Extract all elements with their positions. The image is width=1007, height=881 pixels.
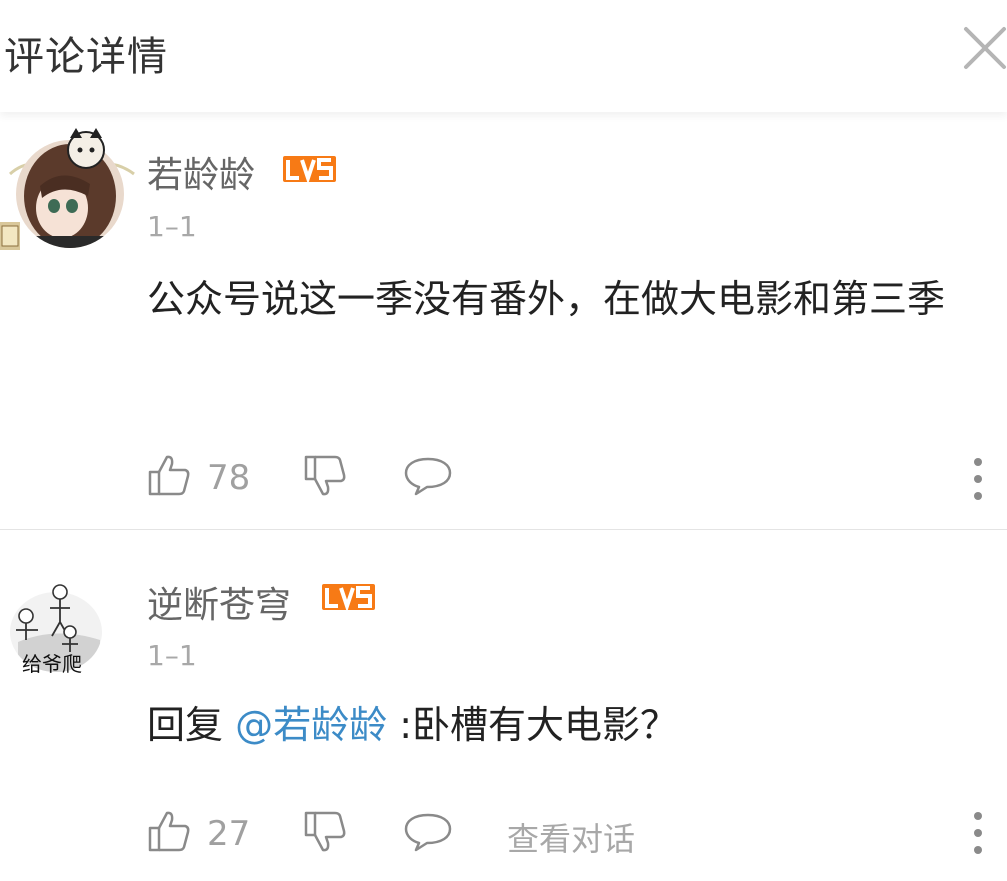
comment-actions: 27 查看对话	[0, 804, 1007, 864]
divider	[0, 529, 1007, 530]
comment-date: 1–1	[147, 210, 197, 243]
like-icon[interactable]	[147, 809, 191, 853]
comment-date: 1–1	[147, 639, 197, 672]
dislike-icon[interactable]	[303, 810, 347, 854]
header-bar: 评论详情	[0, 0, 1007, 112]
username[interactable]: 若龄龄	[147, 146, 255, 198]
like-count: 27	[207, 814, 251, 854]
close-icon[interactable]	[962, 25, 1007, 71]
more-options-icon[interactable]	[966, 456, 990, 502]
avatar-caption: 给爷爬	[22, 652, 82, 676]
like-icon[interactable]	[147, 453, 191, 497]
username[interactable]: 逆断苍穹	[147, 576, 291, 628]
comment-actions: 78	[0, 448, 1007, 508]
comment-text: 公众号说这一季没有番外，在做大电影和第三季	[147, 277, 946, 321]
view-conversation-link[interactable]: 查看对话	[507, 814, 635, 860]
reply-text: :卧槽有大电影？	[399, 703, 679, 747]
like-count: 78	[207, 458, 251, 498]
level-badge-icon	[283, 156, 336, 182]
reply-icon[interactable]	[404, 812, 452, 852]
more-options-icon[interactable]	[966, 810, 990, 856]
user-avatar[interactable]	[0, 126, 138, 250]
level-badge-icon	[322, 584, 375, 610]
page-title: 评论详情	[4, 34, 168, 80]
comment-text: 回复 @若龄龄 :卧槽有大电影？	[147, 694, 1001, 756]
reply-icon[interactable]	[404, 456, 452, 496]
dislike-icon[interactable]	[303, 454, 347, 498]
reply-prefix: 回复	[147, 703, 224, 747]
mention-link[interactable]: @若龄龄	[235, 703, 387, 747]
